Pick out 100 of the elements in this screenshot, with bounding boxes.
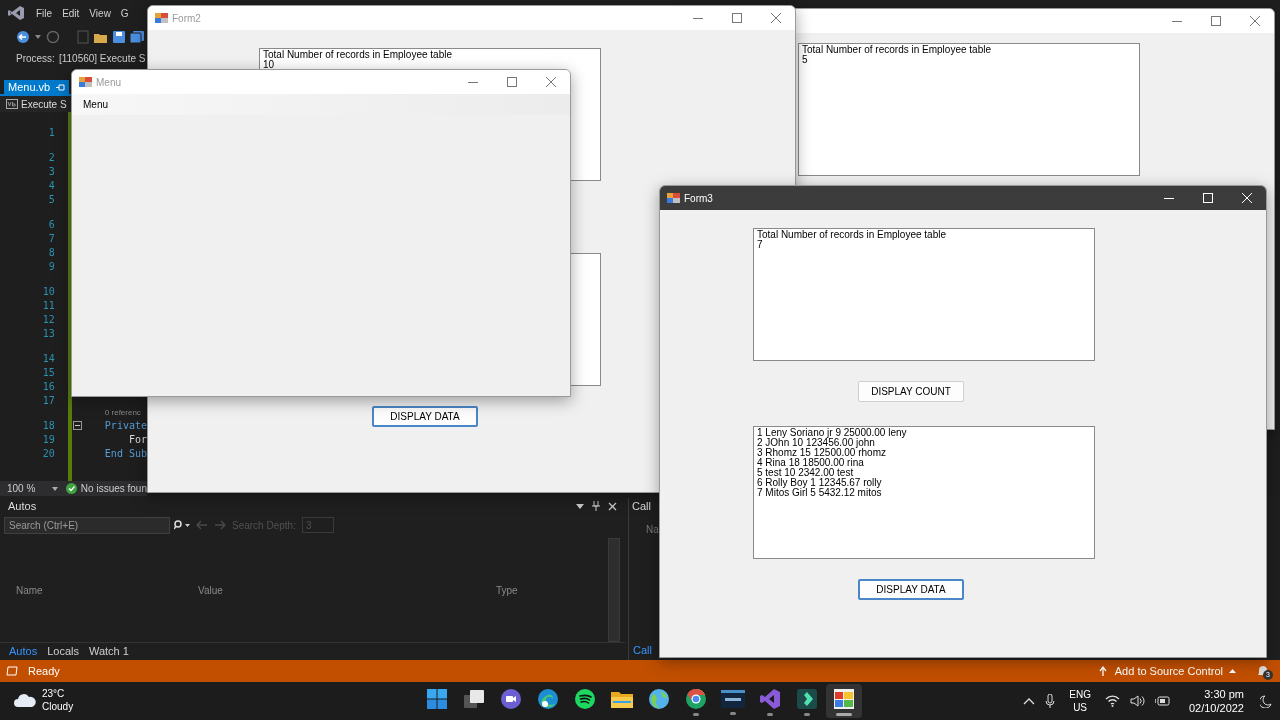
column-header[interactable]: Type	[496, 584, 518, 596]
menu-item[interactable]: G	[115, 5, 134, 21]
menu-item[interactable]: Edit	[57, 5, 85, 21]
caret-icon[interactable]	[1229, 669, 1236, 673]
forward-icon[interactable]	[46, 30, 60, 44]
code-line: End Sub	[104, 446, 147, 461]
save-all-icon[interactable]	[130, 31, 144, 43]
form-icon	[79, 76, 92, 88]
code-lens[interactable]: 0 referenc	[104, 406, 141, 419]
line-number: 5	[47, 192, 55, 207]
process-label: Process:	[16, 51, 55, 66]
process-dropdown[interactable]: [110560] Execute S	[58, 50, 146, 66]
source-control-button[interactable]: Add to Source Control	[1114, 662, 1223, 680]
volume-icon[interactable]	[1129, 695, 1145, 707]
panel-tab[interactable]: Autos	[4, 643, 43, 660]
navigation-dropdown[interactable]: Execute S	[21, 96, 67, 112]
line-number: 19	[41, 432, 55, 447]
search-icon[interactable]	[174, 520, 190, 531]
text-area[interactable]: Total Number of records in Employee table 7	[753, 228, 1095, 361]
cloud-icon[interactable]	[14, 693, 36, 707]
line-number: 15	[41, 365, 55, 380]
line-number: 17	[41, 393, 55, 408]
collapse-icon[interactable]	[72, 420, 82, 430]
clock[interactable]: 3:30 pm 02/10/2022	[1188, 687, 1244, 715]
folder-icon[interactable]	[611, 689, 633, 708]
search-field[interactable]: Search (Ctrl+E)	[4, 516, 170, 534]
panel-title: Call	[632, 499, 651, 514]
scrollbar[interactable]	[608, 538, 620, 643]
panel-tab[interactable]: Call	[633, 642, 652, 660]
button[interactable]: DISPLAY DATA	[858, 579, 964, 600]
button[interactable]: DISPLAY COUNT	[858, 381, 964, 402]
line-number: 9	[47, 259, 55, 274]
ide-icon[interactable]	[760, 688, 780, 709]
wifi-icon[interactable]	[1104, 695, 1120, 707]
line-number: 8	[47, 245, 55, 260]
moon-icon[interactable]	[1260, 694, 1272, 708]
save-icon[interactable]	[113, 31, 125, 43]
issues-status[interactable]: No issues foun	[80, 481, 147, 496]
column-header[interactable]: Name	[16, 584, 43, 596]
line-number: 12	[41, 312, 55, 327]
vb-file-icon	[6, 99, 18, 109]
browser-icon[interactable]	[538, 688, 558, 709]
windows-icon[interactable]	[427, 688, 447, 709]
close-icon[interactable]	[608, 501, 617, 511]
weather-condition[interactable]: Cloudy	[42, 700, 74, 713]
line-number: 6	[47, 217, 55, 232]
text-area[interactable]: 1 Leny Soriano jr 9 25000.00 leny 2 JOhn 10 123456.00 john 3 Rhomz 15 12500.00 rhomz 4 Rina 18 18500.00 rina 5 test 10 2342.00 test 6 Rolly Boy 1 12345.67 rolly 7 Mitos Girl 5 5432.12 mitos	[753, 426, 1095, 559]
panel-title: Autos	[8, 498, 38, 514]
window-title: Menu	[96, 75, 121, 90]
form-app-icon[interactable]	[834, 688, 854, 709]
line-number: 4	[47, 178, 55, 193]
line-number: 1	[47, 125, 55, 140]
task-view-icon[interactable]	[464, 689, 484, 708]
menu-item[interactable]: View	[84, 5, 116, 21]
line-number: 20	[41, 446, 55, 461]
code-line: For	[127, 432, 147, 447]
panel-tab[interactable]: Locals	[42, 643, 84, 660]
window-title: Form2	[172, 11, 201, 26]
menu-item[interactable]: File	[31, 5, 58, 21]
line-number: 14	[41, 351, 55, 366]
menu-item[interactable]: Menu	[78, 97, 113, 112]
globe-icon[interactable]	[649, 688, 669, 709]
chevron-up-icon[interactable]	[1023, 697, 1036, 705]
line-number: 2	[47, 150, 55, 165]
app-logo-icon	[8, 5, 25, 21]
database-window-icon[interactable]	[721, 689, 745, 708]
up-arrow-icon	[1098, 666, 1107, 676]
zoom-dropdown[interactable]: 100 %	[0, 481, 52, 496]
chat-icon[interactable]	[501, 688, 521, 709]
temperature[interactable]: 23°C	[42, 687, 74, 700]
panel-tab[interactable]: Watch 1	[83, 643, 134, 660]
line-number: 7	[47, 231, 55, 246]
check-icon	[65, 483, 77, 494]
column-header[interactable]: Value	[198, 584, 223, 596]
caret-icon[interactable]	[51, 486, 58, 491]
line-number: 11	[41, 298, 55, 313]
pin-icon[interactable]	[592, 501, 600, 511]
chrome-icon[interactable]	[686, 688, 706, 709]
music-icon[interactable]	[575, 688, 595, 709]
back-icon[interactable]	[16, 30, 30, 44]
line-number: 3	[47, 164, 55, 179]
ready-icon	[6, 666, 18, 676]
line-number: 13	[41, 326, 55, 341]
caret-icon[interactable]	[35, 35, 41, 39]
line-number: 10	[41, 284, 55, 299]
language-indicator[interactable]: ENG US	[1069, 688, 1091, 714]
caret-icon[interactable]	[576, 503, 584, 509]
editor-app-icon[interactable]	[797, 688, 817, 709]
text-area[interactable]: Total Number of records in Employee table 5	[798, 43, 1140, 176]
form-icon	[155, 12, 168, 24]
status-text: Ready	[28, 663, 61, 679]
window-title: Form3	[684, 191, 713, 206]
button[interactable]: DISPLAY DATA	[372, 406, 478, 427]
folder-icon[interactable]	[94, 31, 108, 43]
form-icon	[667, 192, 680, 204]
code-line: Private	[104, 418, 147, 433]
battery-icon[interactable]	[1154, 695, 1171, 707]
line-number: 16	[41, 379, 55, 394]
document-tab[interactable]: Menu.vb	[4, 80, 70, 94]
microphone-icon[interactable]	[1045, 694, 1056, 708]
